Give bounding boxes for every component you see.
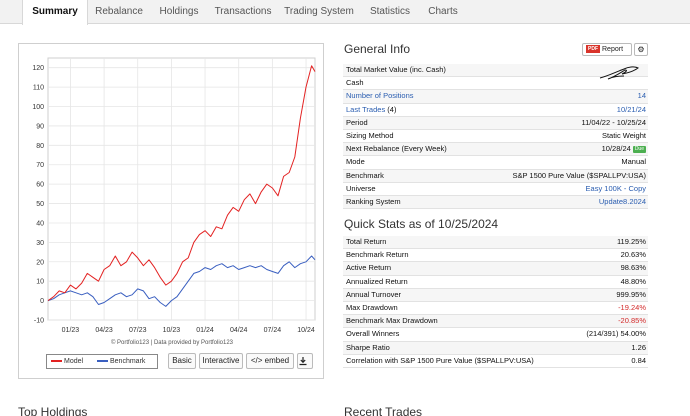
stat-row-max-drawdown: Max Drawdown -19.24% xyxy=(343,302,648,316)
chart-legend: Model Benchmark xyxy=(46,354,158,369)
x-tick-label: 01/23 xyxy=(62,327,80,334)
tab-charts[interactable]: Charts xyxy=(420,0,466,24)
embed-button[interactable]: </> embed xyxy=(246,353,294,369)
chart-credit: © Portfolio123 | Data provided by Portfo… xyxy=(110,340,234,346)
y-tick-label: 120 xyxy=(32,65,44,72)
info-row-last-trades: Last Trades (4) 10/21/24 xyxy=(343,104,648,117)
y-tick-label: 20 xyxy=(36,259,44,266)
tab-trading-system[interactable]: Trading System xyxy=(278,0,360,24)
stat-row-total-return: Total Return 119.25% xyxy=(343,236,648,250)
download-icon xyxy=(299,357,307,366)
info-row-number-of-positions: Number of Positions 14 xyxy=(343,90,648,104)
plot-area xyxy=(47,57,316,321)
universe-link[interactable]: Easy 100K - Copy xyxy=(586,183,646,196)
ranking-system-link[interactable]: Update8.2024 xyxy=(599,196,646,209)
report-label: Report xyxy=(602,46,624,53)
basic-button[interactable]: Basic xyxy=(168,353,196,369)
stat-row-overall-winners: Overall Winners (214/391) 54.00% xyxy=(343,328,648,342)
x-tick-label: 10/23 xyxy=(163,327,181,334)
y-tick-label: 40 xyxy=(36,220,44,227)
redaction-scribble xyxy=(599,66,639,80)
x-tick-label: 04/23 xyxy=(95,327,113,334)
stat-row-annualized-return: Annualized Return 48.80% xyxy=(343,276,648,289)
interactive-button[interactable]: Interactive xyxy=(199,353,243,369)
x-tick-label: 07/23 xyxy=(129,327,147,334)
settings-button[interactable]: ⚙ xyxy=(634,43,648,56)
x-tick-label: 01/24 xyxy=(196,327,214,334)
legend-model-label: Model xyxy=(64,358,84,365)
report-button[interactable]: PDF Report xyxy=(582,43,632,56)
y-tick-label: -10 xyxy=(34,318,44,325)
y-tick-label: 110 xyxy=(33,85,44,92)
recent-trades-title: Recent Trades xyxy=(344,405,423,416)
due-badge: Due xyxy=(632,146,646,154)
number-of-positions-link[interactable]: Number of Positions xyxy=(346,90,414,103)
tab-transactions[interactable]: Transactions xyxy=(210,0,276,24)
stat-row-active-return: Active Return 98.63% xyxy=(343,262,648,276)
y-tick-label: 100 xyxy=(32,104,44,111)
info-row-universe: Universe Easy 100K - Copy xyxy=(343,183,648,196)
legend-benchmark-label: Benchmark xyxy=(110,358,146,365)
info-row-sizing-method: Sizing Method Static Weight xyxy=(343,130,648,144)
stat-row-benchmark-return: Benchmark Return 20.63% xyxy=(343,249,648,263)
y-tick-label: 90 xyxy=(36,123,44,130)
x-tick-label: 07/24 xyxy=(264,327,282,334)
tab-summary[interactable]: Summary xyxy=(22,0,88,25)
pdf-icon: PDF xyxy=(586,45,600,53)
stat-row-annual-turnover: Annual Turnover 999.95% xyxy=(343,288,648,302)
info-row-next-rebalance: Next Rebalance (Every Week) 10/28/24 Due xyxy=(343,143,648,157)
y-tick-label: 70 xyxy=(36,162,44,169)
info-row-benchmark: Benchmark S&P 1500 Pure Value ($SPALLPV:U… xyxy=(343,169,648,183)
performance-chart[interactable]: -10 0 10 20 30 40 50 60 70 80 90 100 110 120 01/23 04/2… xyxy=(19,44,325,340)
tab-bar: Summary Rebalance Holdings Transactions … xyxy=(0,0,690,25)
y-tick-label: 30 xyxy=(36,240,44,247)
x-tick-label: 10/24 xyxy=(297,327,315,334)
stat-row-benchmark-max-drawdown: Benchmark Max Drawdown -20.85% xyxy=(343,315,648,329)
quick-stats-table: Total Return 119.25% Benchmark Return 20.6… xyxy=(343,236,648,368)
stat-row-correlation: Correlation with S&P 1500 Pure Value ($S… xyxy=(343,355,648,368)
y-tick-label: 60 xyxy=(36,182,44,189)
info-row-mode: Mode Manual xyxy=(343,156,648,170)
download-button[interactable] xyxy=(297,353,313,369)
legend-model[interactable]: Model xyxy=(51,358,83,365)
gear-icon: ⚙ xyxy=(637,45,645,54)
tab-rebalance[interactable]: Rebalance xyxy=(90,0,148,24)
tab-holdings[interactable]: Holdings xyxy=(150,0,208,24)
stat-row-sharpe-ratio: Sharpe Ratio 1.26 xyxy=(343,341,648,355)
y-tick-label: 50 xyxy=(36,201,44,208)
info-row-ranking-system: Ranking System Update8.2024 xyxy=(343,195,648,210)
info-row-period: Period 11/04/22 - 10/25/24 xyxy=(343,116,648,130)
y-tick-label: 10 xyxy=(36,279,44,286)
general-info-title: General Info xyxy=(344,42,411,56)
y-tick-label: 0 xyxy=(40,298,44,305)
last-trades-link[interactable]: Last Trades xyxy=(346,105,385,114)
performance-chart-panel: -10 0 10 20 30 40 50 60 70 80 90 100 110 120 01/23 04/2… xyxy=(18,43,324,379)
legend-benchmark[interactable]: Benchmark xyxy=(97,358,145,365)
general-info-table: Total Market Value (inc. Cash) Cash Numb… xyxy=(343,64,648,210)
quick-stats-title: Quick Stats as of 10/25/2024 xyxy=(344,217,499,231)
top-holdings-title: Top Holdings xyxy=(18,405,88,416)
legend-benchmark-swatch xyxy=(97,360,108,363)
tab-statistics[interactable]: Statistics xyxy=(362,0,418,24)
x-tick-label: 04/24 xyxy=(230,327,248,334)
legend-model-swatch xyxy=(51,360,62,363)
y-tick-label: 80 xyxy=(36,143,44,150)
